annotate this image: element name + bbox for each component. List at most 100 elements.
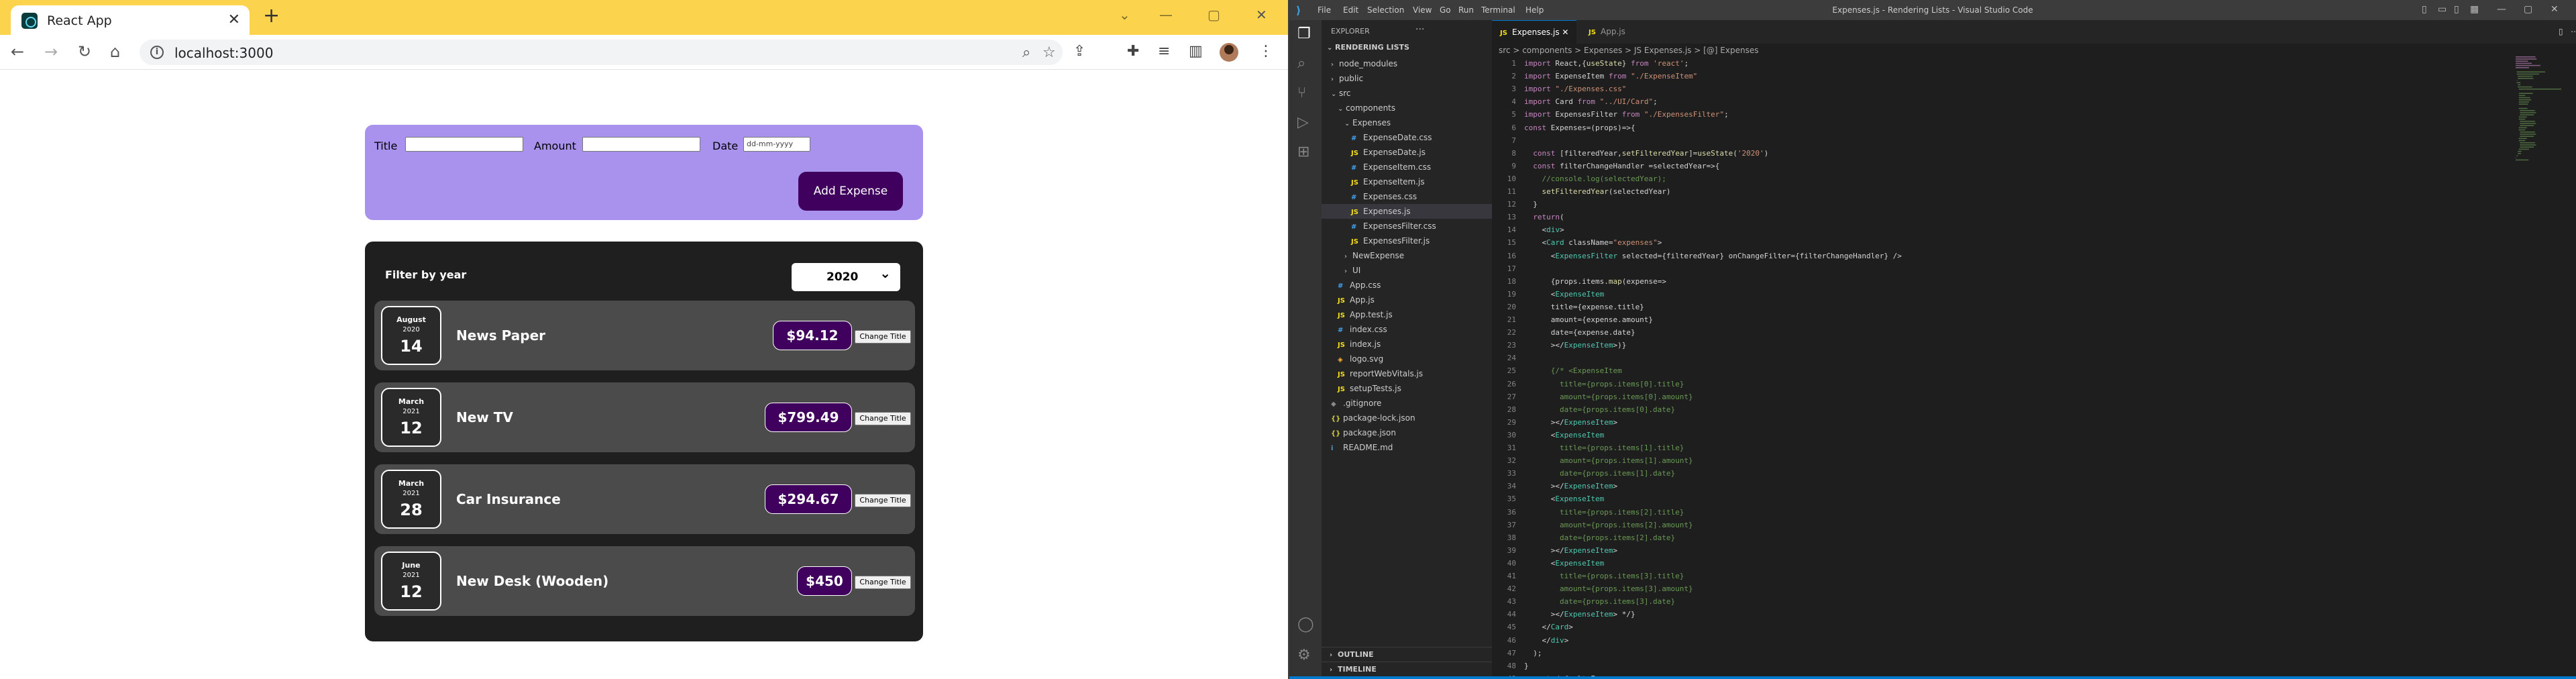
breadcrumb[interactable]: src > components > Expenses > JS Expense… — [1499, 46, 1758, 55]
tree-folder[interactable]: ⌄ src — [1322, 86, 1351, 101]
editor-more-icon[interactable]: ⋯ — [2563, 20, 2576, 44]
minimize-icon[interactable]: — — [2497, 4, 2506, 15]
search-icon[interactable]: ⌕ — [1297, 55, 1305, 72]
code-line: amount={props.items[2].amount} — [1524, 520, 1693, 529]
home-icon[interactable]: ⌂ — [110, 42, 120, 61]
share-icon[interactable]: ⇪ — [1073, 43, 1085, 60]
editor-tabs: JS Expenses.js ✕ JS App.js ▯ ⋯ — [1492, 20, 2576, 44]
timeline-section[interactable]: › TIMELINE — [1322, 662, 1492, 676]
close-tab-icon[interactable]: ✕ — [1562, 28, 1568, 37]
line-number: 35 — [1507, 494, 1516, 504]
minimap[interactable] — [2514, 56, 2568, 191]
info-icon[interactable]: i — [150, 46, 164, 59]
tree-file[interactable]: JS setupTests.js — [1322, 381, 1401, 396]
tree-file[interactable]: # index.css — [1322, 322, 1387, 337]
change-title-button[interactable]: Change Title — [855, 412, 911, 425]
more-actions-icon[interactable]: ··· — [1415, 24, 1424, 35]
browser-tab[interactable]: React App ✕ — [11, 5, 250, 35]
forward-icon[interactable]: → — [44, 42, 58, 61]
amount-input[interactable] — [582, 137, 700, 152]
tab-search-icon[interactable]: ⌄ — [1119, 7, 1130, 23]
date-input[interactable]: dd-mm-yyyy — [743, 137, 810, 152]
minimap-line — [2518, 95, 2526, 97]
tree-folder[interactable]: ⌄ components — [1322, 101, 1395, 115]
tree-folder[interactable]: ⌄ Expenses — [1322, 115, 1391, 130]
minimize-icon[interactable]: — — [1159, 7, 1173, 23]
tree-file[interactable]: JS Expenses.js — [1322, 204, 1492, 219]
tab-expenses-js[interactable]: JS Expenses.js ✕ — [1492, 20, 1577, 44]
tree-file[interactable]: # ExpenseItem.css — [1322, 160, 1431, 174]
settings-gear-icon[interactable]: ⚙ — [1297, 647, 1311, 664]
run-debug-icon[interactable]: ▷ — [1297, 114, 1309, 131]
maximize-icon[interactable]: ▢ — [2524, 4, 2532, 15]
close-window-icon[interactable]: ✕ — [1256, 7, 1267, 23]
change-title-button[interactable]: Change Title — [855, 576, 911, 589]
close-window-icon[interactable]: ✕ — [2551, 4, 2559, 15]
year-filter-select[interactable]: 2020 — [792, 259, 900, 291]
code-line: const filterChangeHandler =selectedYear=… — [1533, 161, 1720, 170]
tree-file[interactable]: JS index.js — [1322, 337, 1381, 352]
tree-file[interactable]: ◆ .gitignore — [1322, 396, 1381, 411]
maximize-icon[interactable]: ▢ — [1208, 7, 1220, 23]
toggle-secondary-sidebar-icon[interactable]: ▯ — [2454, 4, 2459, 15]
line-number: 44 — [1507, 610, 1516, 619]
add-expense-button[interactable]: Add Expense — [798, 172, 903, 211]
tree-file[interactable]: # Expenses.css — [1322, 189, 1417, 204]
customize-layout-icon[interactable]: ▦ — [2470, 4, 2479, 15]
chrome-menu-icon[interactable]: ⋮ — [1258, 43, 1273, 60]
js-file-icon: JS — [1351, 179, 1358, 187]
explorer-icon[interactable]: ❐ — [1297, 25, 1311, 42]
extensions-icon[interactable]: ⊞ — [1297, 144, 1309, 160]
minimap-line — [2518, 148, 2529, 150]
side-panel-icon[interactable]: ▥ — [1189, 43, 1203, 60]
tree-file[interactable]: JS ExpenseItem.js — [1322, 174, 1425, 189]
tree-file[interactable]: JS ExpensesFilter.js — [1322, 233, 1430, 248]
line-number: 25 — [1507, 366, 1516, 376]
tree-file[interactable]: JS reportWebVitals.js — [1322, 366, 1423, 381]
code-editor[interactable]: 1 import React,{useState} from 'react'; 2 i… — [1492, 59, 2498, 679]
back-icon[interactable]: ← — [11, 42, 24, 61]
zoom-icon[interactable]: ⌕ — [1022, 44, 1030, 61]
bookmark-star-icon[interactable]: ☆ — [1042, 44, 1056, 61]
code-line: title={props.items[3].title} — [1524, 572, 1684, 580]
toggle-panel-icon[interactable]: ▭ — [2438, 4, 2447, 15]
tree-file[interactable]: i README.md — [1322, 440, 1393, 455]
tree-file[interactable]: ◈ logo.svg — [1322, 352, 1383, 366]
line-number: 40 — [1507, 558, 1516, 568]
tree-file[interactable]: JS App.test.js — [1322, 307, 1393, 322]
toggle-sidebar-icon[interactable]: ▯ — [2422, 4, 2427, 15]
tree-file[interactable]: # App.css — [1322, 278, 1381, 293]
profile-avatar[interactable] — [1220, 43, 1238, 62]
account-icon[interactable]: ◯ — [1297, 616, 1314, 633]
minimap-line — [2520, 123, 2536, 124]
tree-file[interactable]: # ExpensesFilter.css — [1322, 219, 1436, 233]
tree-folder[interactable]: › public — [1322, 71, 1363, 86]
title-input[interactable] — [405, 137, 523, 152]
outline-label: OUTLINE — [1338, 650, 1374, 659]
tree-item-label: package-lock.json — [1343, 413, 1415, 423]
new-tab-icon[interactable]: + — [263, 6, 280, 26]
tree-file[interactable]: JS App.js — [1322, 293, 1375, 307]
source-control-icon[interactable]: ⑂ — [1297, 85, 1306, 101]
minimap-line — [2518, 78, 2534, 79]
js-file-icon: JS — [1338, 297, 1345, 305]
line-number: 41 — [1507, 572, 1516, 580]
tree-file[interactable]: {} package.json — [1322, 425, 1396, 440]
reload-icon[interactable]: ↻ — [78, 42, 91, 61]
tree-file[interactable]: # ExpenseDate.css — [1322, 130, 1432, 145]
media-controls-icon[interactable]: ≡ — [1158, 43, 1170, 60]
tree-file[interactable]: JS ExpenseDate.js — [1322, 145, 1426, 160]
change-title-button[interactable]: Change Title — [855, 494, 911, 507]
close-tab-icon[interactable]: ✕ — [228, 11, 240, 28]
outline-section[interactable]: › OUTLINE — [1322, 647, 1492, 662]
address-bar[interactable]: i localhost:3000 ⌕ ☆ — [140, 40, 1063, 65]
tree-folder[interactable]: › NewExpense — [1322, 248, 1404, 263]
tree-file[interactable]: {} package-lock.json — [1322, 411, 1415, 425]
tree-folder[interactable]: › node_modules — [1322, 56, 1397, 71]
tree-folder[interactable]: › UI — [1322, 263, 1360, 278]
tab-app-js[interactable]: JS App.js — [1580, 20, 1633, 44]
project-name[interactable]: ⌄ RENDERING LISTS — [1327, 43, 1409, 52]
change-title-button[interactable]: Change Title — [855, 330, 911, 344]
extensions-icon[interactable]: ✚ — [1127, 43, 1139, 60]
minimap-line — [2516, 82, 2521, 83]
